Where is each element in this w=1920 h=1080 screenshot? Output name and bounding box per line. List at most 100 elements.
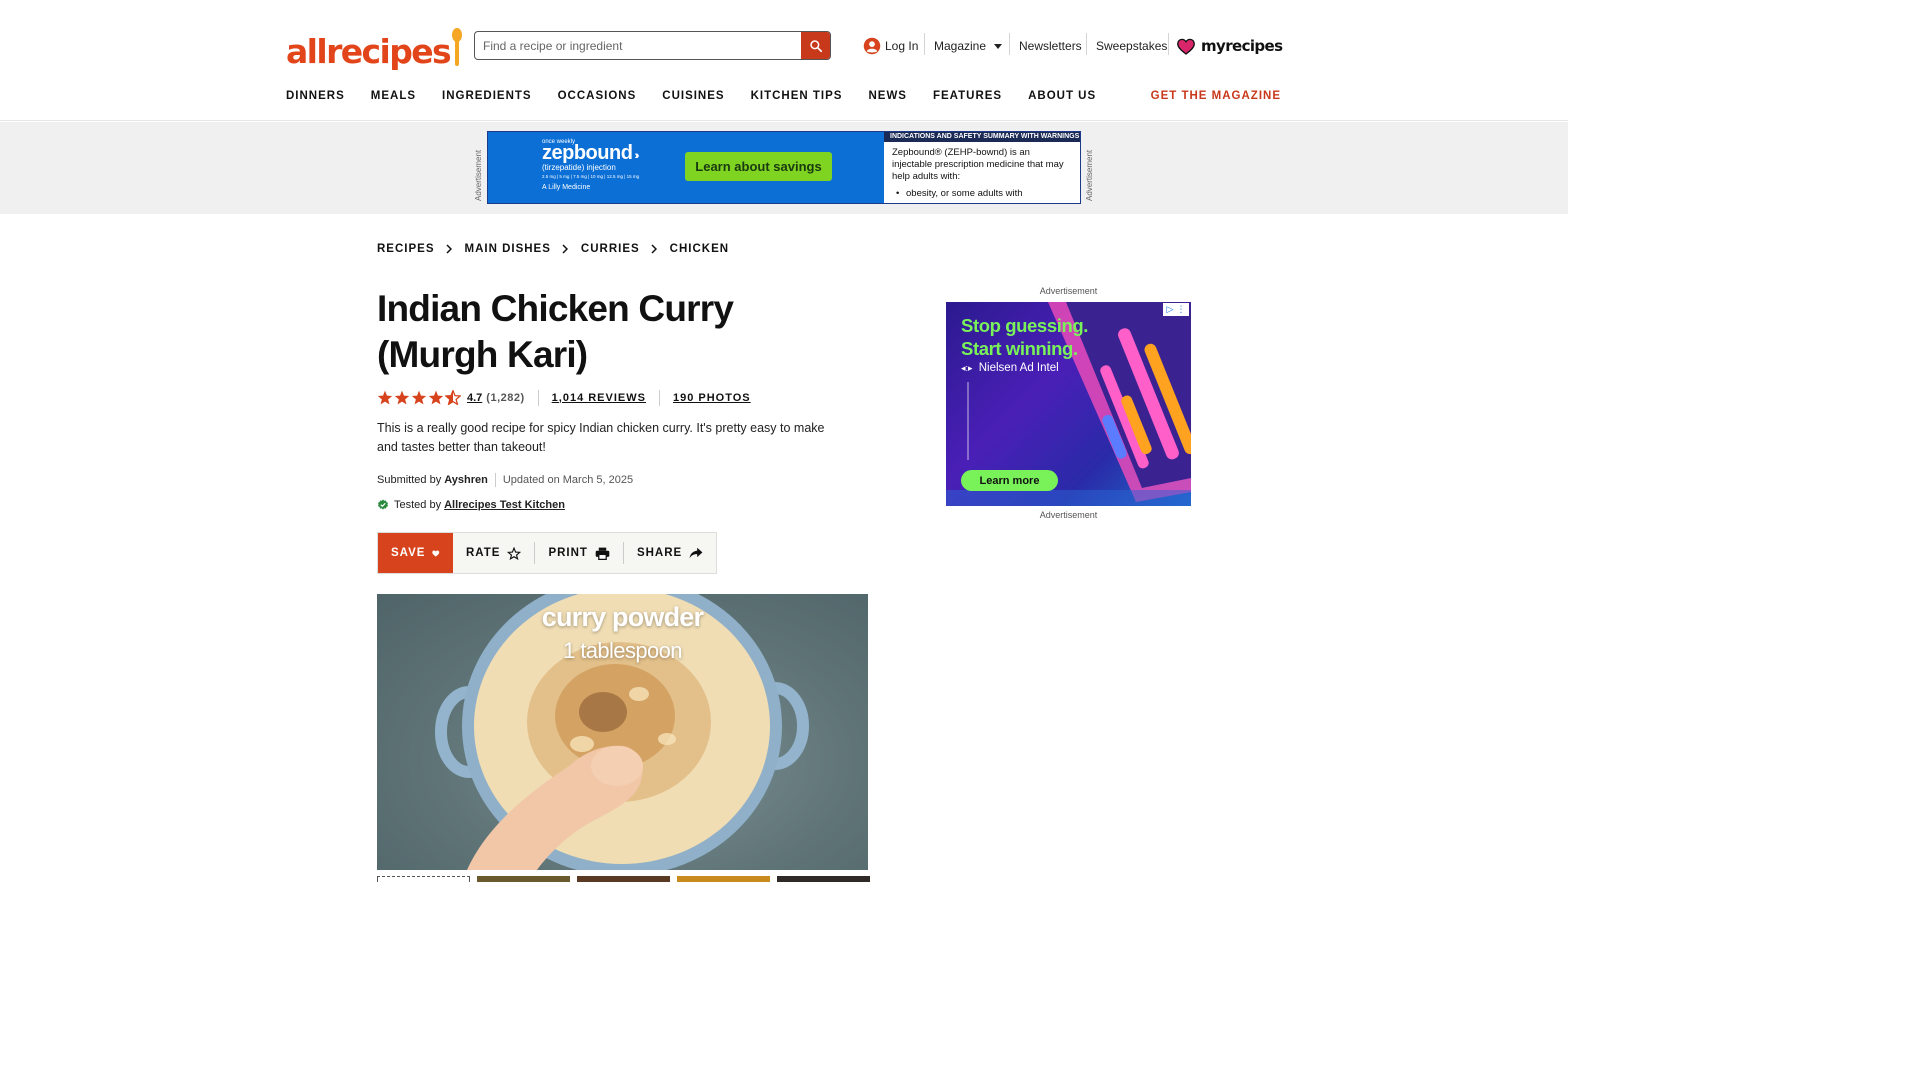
updated-date: Updated on March 5, 2025 (502, 474, 634, 486)
nielsen-side-ad[interactable]: Stop guessing. Start winning. ◂:▸ Nielse… (946, 302, 1191, 506)
print-label: PRINT (548, 547, 588, 559)
ad-brand: ◂:▸ Nielsen Ad Intel (961, 362, 1059, 374)
newsletters-link[interactable]: Newsletters (1019, 34, 1082, 58)
learn-about-savings-button[interactable]: Learn about savings (685, 152, 832, 181)
star-outline-icon (507, 546, 522, 560)
dutch-oven-image (435, 594, 809, 870)
chevrons-icon: ››› (634, 150, 639, 162)
divider (924, 33, 925, 55)
share-label: SHARE (636, 547, 683, 559)
recipe-description: This is a really good recipe for spicy I… (377, 421, 825, 454)
ad-headline: Stop guessing. Start winning. (961, 314, 1088, 360)
ad-menu-icon: ⋮ (1176, 304, 1186, 314)
search-icon (809, 39, 822, 52)
search-bar (474, 31, 831, 60)
nav-item-news[interactable]: NEWS (868, 90, 907, 102)
printer-icon (595, 547, 610, 560)
magazine-label: Magazine (934, 39, 987, 53)
thumbnail[interactable] (377, 876, 470, 882)
safety-header: INDICATIONS AND SAFETY SUMMARY WITH WARN… (884, 132, 1080, 142)
breadcrumb: RECIPES MAIN DISHES CURRIES CHICKEN (377, 243, 729, 255)
nav-item-ingredients[interactable]: INGREDIENTS (442, 90, 532, 102)
thumbnail[interactable] (777, 876, 870, 882)
newsletters-label: Newsletters (1019, 39, 1082, 53)
myrecipes-link[interactable]: myrecipes (1177, 34, 1283, 58)
save-button[interactable]: SAVE (378, 533, 453, 573)
photo-thumbnails (377, 876, 870, 882)
reviews-link[interactable]: 1,014 REVIEWS (552, 392, 646, 404)
rate-button[interactable]: RATE (453, 533, 534, 573)
share-button[interactable]: SHARE (624, 533, 716, 573)
search-button[interactable] (801, 32, 830, 59)
sweepstakes-label: Sweepstakes (1096, 39, 1168, 53)
safety-bullet-text: obesity, or some adults with (906, 188, 1023, 199)
thumbnail[interactable] (677, 876, 770, 882)
learn-more-button[interactable]: Learn more (961, 470, 1058, 491)
divider (1086, 33, 1087, 55)
nav-item-occasions[interactable]: OCCASIONS (558, 90, 637, 102)
zepbound-banner-ad[interactable]: once weekly zepbound ››› (tirzepatide) in… (487, 131, 1081, 204)
allrecipes-logo[interactable]: allrecipes (286, 26, 463, 68)
nav-item-meals[interactable]: MEALS (371, 90, 416, 102)
rating-row: 4.7 (1,282) 1,014 REVIEWS 190 PHOTOS (377, 389, 751, 406)
star-icon (394, 390, 410, 405)
thumbnail[interactable] (477, 876, 570, 882)
chevron-right-icon (445, 244, 452, 254)
bullet-icon: • (896, 188, 900, 199)
get-the-magazine-link[interactable]: GET THE MAGAZINE (1151, 90, 1281, 102)
ad-brand-label: Nielsen Ad Intel (978, 362, 1059, 374)
magazine-dropdown[interactable]: Magazine (934, 34, 1003, 58)
heart-icon (1177, 38, 1195, 55)
spoon-icon (451, 28, 463, 68)
user-icon (863, 37, 881, 55)
safety-text: Zepbound® (ZEHP-bownd) is an injectable … (892, 147, 1064, 182)
rating-value[interactable]: 4.7 (467, 392, 482, 404)
login-link[interactable]: Log In (863, 34, 918, 58)
adchoices-badge[interactable]: ▷ ⋮ (1163, 303, 1189, 316)
nav-item-kitchen-tips[interactable]: KITCHEN TIPS (751, 90, 843, 102)
recipe-hero-video[interactable]: curry powder 1 tablespoon (377, 594, 868, 870)
ad-label: Advertisement (1039, 286, 1098, 296)
divider (658, 389, 660, 406)
nav-item-about-us[interactable]: ABOUT US (1028, 90, 1096, 102)
search-input[interactable] (475, 32, 801, 59)
ad-headline-line-2: Start winning. (961, 338, 1078, 359)
breadcrumb-recipes[interactable]: RECIPES (377, 243, 435, 255)
ad-headline-line-1: Stop guessing. (961, 315, 1088, 336)
thumbnail[interactable] (577, 876, 670, 882)
star-icon (377, 390, 393, 405)
save-label: SAVE (391, 547, 426, 559)
tested-label: Tested by (394, 499, 442, 511)
star-rating[interactable] (377, 390, 461, 405)
nav-item-dinners[interactable]: DINNERS (286, 90, 345, 102)
divider (1168, 33, 1169, 55)
divider (1009, 33, 1010, 55)
main-nav: DINNERS MEALS INGREDIENTS OCCASIONS CUIS… (286, 90, 1122, 102)
star-icon (411, 390, 427, 405)
tested-by: Tested by Allrecipes Test Kitchen (377, 497, 565, 513)
video-caption-amount: 1 tablespoon (563, 638, 682, 663)
star-icon (428, 390, 444, 405)
safety-bullet: • obesity, or some adults with (892, 188, 1072, 200)
nav-item-features[interactable]: FEATURES (933, 90, 1002, 102)
chevron-right-icon (651, 244, 657, 254)
breadcrumb-curries[interactable]: CURRIES (581, 243, 640, 255)
test-kitchen-link[interactable]: Allrecipes Test Kitchen (444, 499, 565, 511)
share-arrow-icon (689, 547, 703, 559)
recipe-actions: SAVE RATE PRINT SHARE (377, 532, 718, 574)
myrecipes-wordmark: myrecipes (1201, 37, 1283, 55)
photos-link[interactable]: 190 PHOTOS (673, 392, 751, 404)
banner-safety-panel: INDICATIONS AND SAFETY SUMMARY WITH WARN… (884, 132, 1080, 203)
chevron-right-icon (562, 244, 568, 254)
banner-left: once weekly zepbound ››› (tirzepatide) in… (488, 132, 884, 203)
nielsen-logo-icon: ◂:▸ (961, 363, 973, 373)
nav-item-cuisines[interactable]: CUISINES (662, 90, 724, 102)
caret-down-icon (994, 43, 1003, 49)
divider (494, 473, 496, 487)
ad-maker: A Lilly Medicine (542, 184, 591, 191)
breadcrumb-chicken[interactable]: CHICKEN (670, 243, 729, 255)
breadcrumb-main-dishes[interactable]: MAIN DISHES (465, 243, 551, 255)
print-button[interactable]: PRINT (535, 533, 623, 573)
sweepstakes-link[interactable]: Sweepstakes (1096, 34, 1167, 58)
author-name[interactable]: Ayshren (444, 474, 488, 486)
